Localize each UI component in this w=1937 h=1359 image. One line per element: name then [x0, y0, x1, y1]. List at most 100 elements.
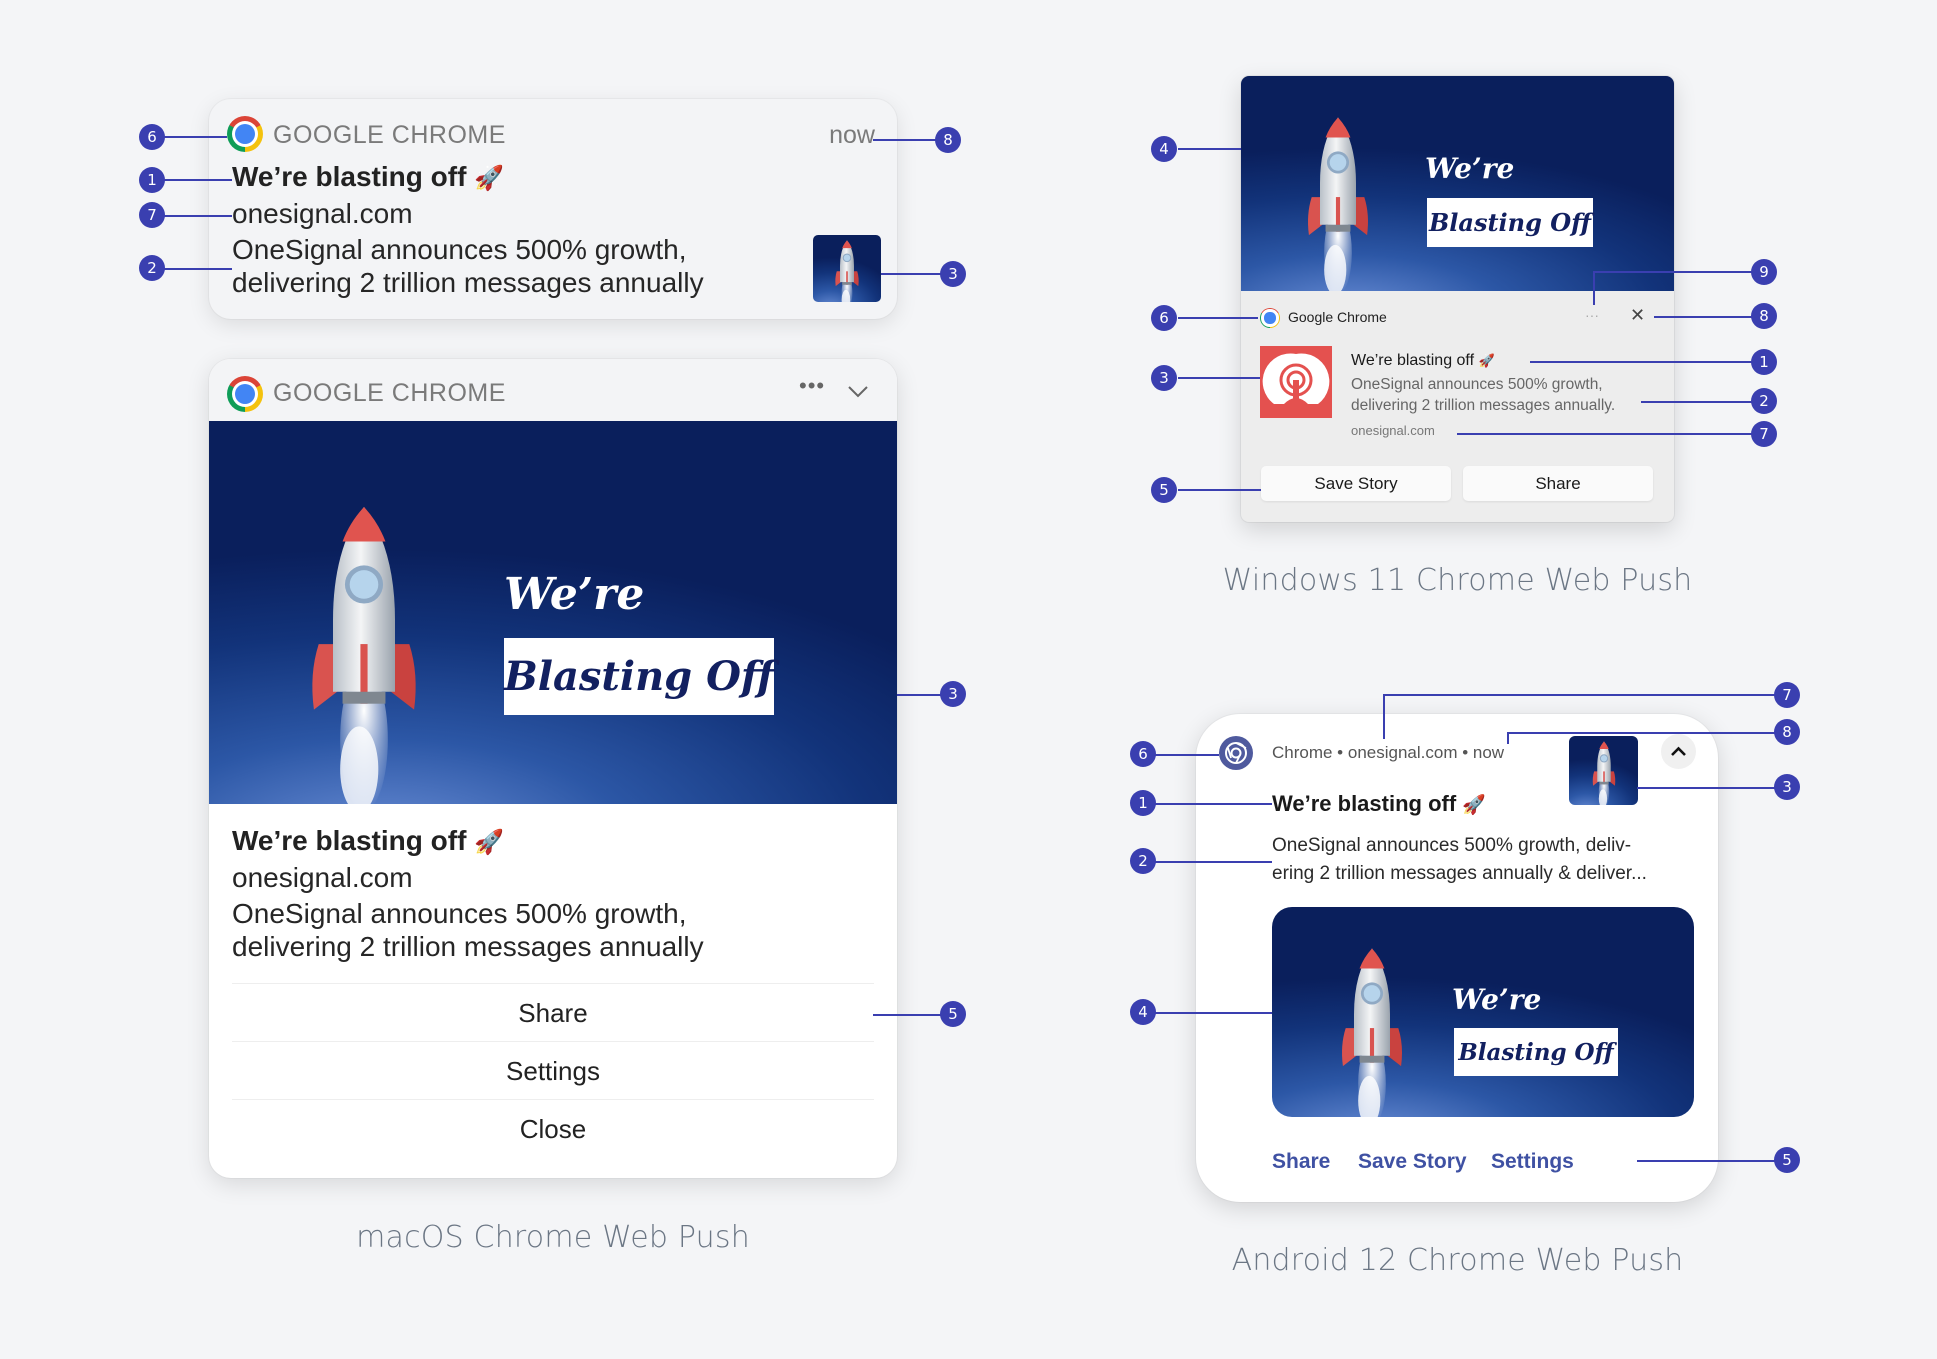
app-name: GOOGLE CHROME: [273, 379, 506, 407]
notification-body: OneSignal announces 500% growth, deliver…: [232, 233, 704, 299]
hero-text-box: Blasting Off: [1454, 1028, 1618, 1076]
callout-line: [1383, 694, 1787, 696]
callout-line: [1178, 148, 1241, 150]
notification-header: Chrome • onesignal.com • now: [1272, 743, 1505, 762]
callout-line: [873, 1014, 943, 1016]
save-story-button[interactable]: Save Story: [1358, 1150, 1467, 1174]
callout-line: [873, 139, 943, 141]
hero-text-box: Blasting Off: [504, 638, 774, 715]
notification-origin: onesignal.com: [1351, 423, 1435, 438]
ellipsis-icon[interactable]: •••: [799, 373, 825, 399]
notification-title: We’re blasting off 🚀: [232, 161, 504, 193]
callout-badge: 7: [139, 202, 165, 228]
macos-expanded-notification[interactable]: GOOGLE CHROME ••• We’re Blasting Off We’…: [209, 359, 897, 1178]
macos-caption: macOS Chrome Web Push: [356, 1220, 750, 1255]
notification-origin: onesignal.com: [232, 862, 413, 893]
callout-line: [881, 273, 943, 275]
callout-badge: 7: [1751, 421, 1777, 447]
hero-text-blasting-off: Blasting Off: [1428, 208, 1591, 237]
chevron-down-icon[interactable]: [847, 385, 869, 399]
notification-body: OneSignal announces 500% growth, deliver…: [232, 897, 704, 963]
android-caption: Android 12 Chrome Web Push: [1231, 1243, 1684, 1278]
hero-image: We’re Blasting Off: [209, 421, 897, 804]
title-text: We’re blasting off: [232, 825, 467, 856]
hero-text-were: We’re: [1452, 983, 1542, 1016]
callout-line: [1530, 361, 1759, 363]
callout-badge: 8: [1751, 303, 1777, 329]
callout-line: [1178, 489, 1261, 491]
windows-caption: Windows 11 Chrome Web Push: [1222, 563, 1693, 598]
chrome-logo-icon: [1260, 308, 1280, 328]
callout-line: [1641, 401, 1759, 403]
chrome-logo-icon: [227, 376, 263, 412]
callout-line: [1178, 377, 1260, 379]
ellipsis-icon[interactable]: ···: [1585, 307, 1599, 323]
settings-button[interactable]: Settings: [1491, 1150, 1574, 1174]
rocket-image-icon: [833, 239, 861, 302]
callout-badge: 1: [1130, 790, 1156, 816]
notification-header: GOOGLE CHROME •••: [209, 359, 897, 421]
callout-badge: 7: [1774, 682, 1800, 708]
rocket-emoji-icon: 🚀: [474, 165, 505, 192]
notification-title: We’re blasting off 🚀: [1351, 352, 1495, 370]
callout-line: [1383, 694, 1385, 739]
callout-badge: 6: [1151, 305, 1177, 331]
app-logo-icon: [1260, 346, 1332, 418]
app-name: Google Chrome: [1288, 309, 1387, 325]
share-button[interactable]: Share: [232, 983, 874, 1041]
hero-image: We’re Blasting Off: [1272, 907, 1694, 1117]
callout-line: [1155, 1012, 1272, 1014]
hero-text-were: We’re: [504, 569, 645, 620]
callout-line: [1507, 732, 1509, 744]
close-icon[interactable]: ✕: [1630, 305, 1645, 326]
body-line-1: OneSignal announces 500% growth,: [232, 234, 687, 265]
hero-text-were: We’re: [1425, 152, 1515, 185]
close-button[interactable]: Close: [232, 1099, 874, 1157]
callout-line: [1155, 861, 1272, 863]
share-button[interactable]: Share: [1272, 1150, 1330, 1174]
save-story-button[interactable]: Save Story: [1261, 466, 1451, 501]
callout-badge: 3: [940, 681, 966, 707]
macos-compact-notification[interactable]: GOOGLE CHROME now We’re blasting off 🚀 o…: [209, 99, 897, 319]
chrome-logo-icon: [227, 116, 263, 152]
callout-badge: 3: [1151, 365, 1177, 391]
rocket-emoji-icon: 🚀: [1478, 353, 1495, 368]
title-text: We’re blasting off: [1272, 791, 1457, 816]
callout-badge: 8: [935, 127, 961, 153]
callout-badge: 1: [139, 167, 165, 193]
callout-badge: 2: [1130, 848, 1156, 874]
callout-badge: 6: [1130, 741, 1156, 767]
callout-line: [1593, 271, 1595, 305]
hero-text-box: Blasting Off: [1427, 198, 1593, 247]
windows-notification[interactable]: We’re Blasting Off Google Chrome ··· ✕ W…: [1241, 76, 1674, 522]
callout-badge: 5: [1151, 477, 1177, 503]
settings-button[interactable]: Settings: [232, 1041, 874, 1099]
callout-badge: 2: [139, 255, 165, 281]
notification-origin: onesignal.com: [232, 198, 413, 229]
body-line-2: delivering 2 trillion messages annually: [232, 931, 704, 962]
notification-thumbnail: [1569, 736, 1638, 805]
callout-line: [1637, 1160, 1787, 1162]
timestamp: now: [829, 121, 875, 149]
callout-line: [1593, 271, 1759, 273]
hero-image: We’re Blasting Off: [1241, 76, 1674, 291]
body-line-2: delivering 2 trillion messages annually.: [1351, 397, 1616, 414]
callout-badge: 5: [940, 1001, 966, 1027]
callout-badge: 6: [139, 124, 165, 150]
body-line-1: OneSignal announces 500% growth,: [232, 898, 687, 929]
callout-badge: 4: [1151, 136, 1177, 162]
notification-body: OneSignal announces 500% growth, deliver…: [1351, 374, 1615, 416]
body-line-2: ering 2 trillion messages annually & del…: [1272, 863, 1647, 884]
callout-line: [1155, 803, 1272, 805]
notification-thumbnail: [813, 235, 881, 302]
rocket-emoji-icon: 🚀: [1462, 795, 1486, 816]
chevron-up-icon[interactable]: [1661, 734, 1696, 769]
body-line-1: OneSignal announces 500% growth, deliv-: [1272, 835, 1632, 856]
callout-line: [1507, 732, 1787, 734]
hero-text-blasting-off: Blasting Off: [503, 653, 775, 700]
hero-text-blasting-off: Blasting Off: [1458, 1038, 1614, 1066]
callout-line: [1457, 433, 1759, 435]
callout-badge: 1: [1751, 349, 1777, 375]
share-button[interactable]: Share: [1463, 466, 1653, 501]
callout-badge: 5: [1774, 1147, 1800, 1173]
